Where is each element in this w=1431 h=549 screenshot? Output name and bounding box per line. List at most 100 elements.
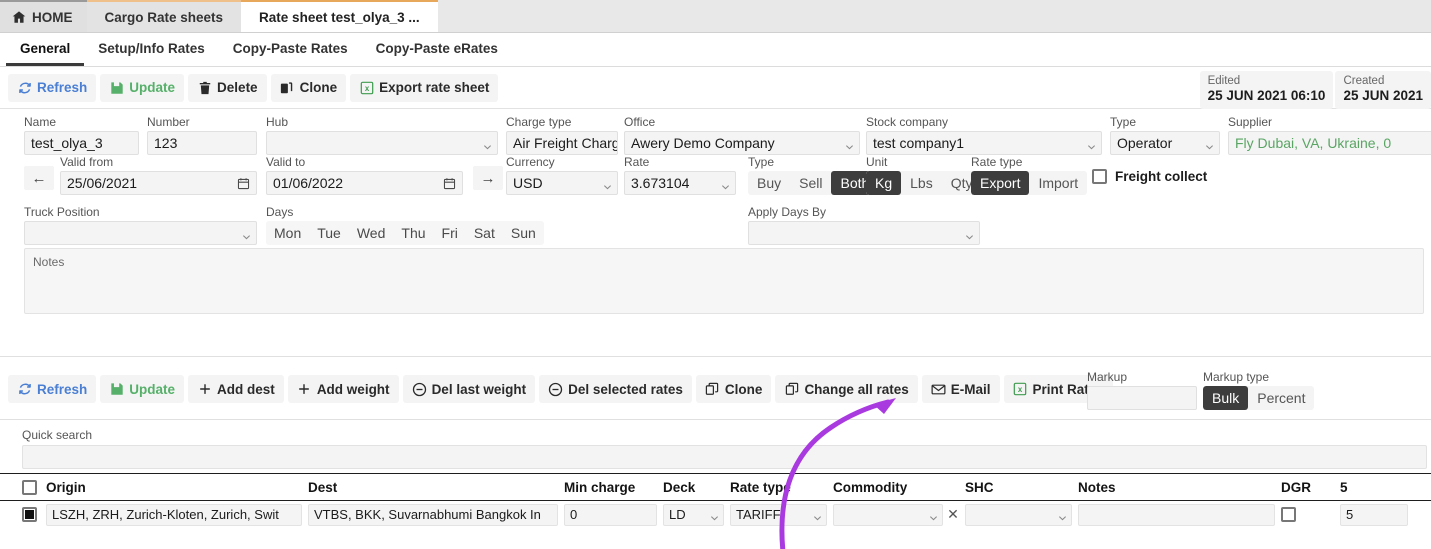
apply-days-by-select[interactable] — [748, 221, 980, 245]
rate-type-select[interactable]: TARIFF — [730, 504, 827, 526]
rate-type-option-export[interactable]: Export — [971, 171, 1029, 195]
day-wed[interactable]: Wed — [349, 221, 394, 245]
chevron-down-icon — [845, 139, 854, 148]
cell-deck[interactable]: LD — [663, 504, 730, 526]
row-select-checkbox[interactable] — [22, 507, 37, 522]
tab-general[interactable]: General — [6, 33, 84, 66]
type-option-buy[interactable]: Buy — [748, 171, 790, 195]
cell-min-charge[interactable]: 0 — [564, 504, 663, 526]
cell-shc[interactable] — [965, 504, 1078, 526]
dgr-checkbox[interactable] — [1281, 507, 1296, 522]
office-select[interactable]: Awery Demo Company — [624, 131, 860, 155]
cell-dgr[interactable] — [1281, 507, 1334, 522]
commodity-select[interactable] — [833, 504, 943, 526]
window-tab-home[interactable]: HOME — [0, 0, 87, 32]
stock-company-select[interactable]: test company1 — [866, 131, 1102, 155]
column-header-deck[interactable]: Deck — [663, 480, 730, 495]
number-input[interactable]: 123 — [147, 131, 257, 155]
column-header-dgr[interactable]: DGR — [1281, 480, 1334, 495]
change-all-rates-button[interactable]: Change all rates — [775, 375, 917, 403]
notes-input[interactable] — [1078, 504, 1275, 526]
days-selector[interactable]: Mon Tue Wed Thu Fri Sat Sun — [266, 221, 544, 245]
type-option-sell[interactable]: Sell — [790, 171, 831, 195]
cell-dest[interactable]: VTBS, BKK, Suvarnabhumi Bangkok In — [308, 504, 564, 526]
charge-type-input[interactable]: Air Freight Charg — [506, 131, 618, 155]
day-tue[interactable]: Tue — [309, 221, 349, 245]
min-charge-input[interactable]: 0 — [564, 504, 657, 526]
origin-input[interactable]: LSZH, ZRH, Zurich-Kloten, Zurich, Swit — [46, 504, 302, 526]
markup-type-segment-control[interactable]: Bulk Percent — [1203, 386, 1314, 410]
weight-5-input[interactable]: 5 — [1340, 504, 1408, 526]
clear-commodity-icon[interactable]: ✕ — [943, 506, 963, 523]
cell-origin[interactable]: LSZH, ZRH, Zurich-Kloten, Zurich, Swit — [46, 504, 308, 526]
day-thu[interactable]: Thu — [393, 221, 433, 245]
clone-button[interactable]: Clone — [271, 74, 347, 102]
markup-input[interactable] — [1087, 386, 1197, 410]
valid-next-button[interactable]: → — [473, 166, 503, 190]
cell-weight-5[interactable]: 5 — [1334, 504, 1414, 526]
tab-setup-info-rates[interactable]: Setup/Info Rates — [84, 33, 219, 66]
rates-update-button[interactable]: Update — [100, 375, 184, 403]
markup-type-option-bulk[interactable]: Bulk — [1203, 386, 1248, 410]
quick-search-input[interactable] — [22, 445, 1427, 469]
rate-select[interactable]: 3.673104 — [624, 171, 736, 195]
notes-textarea[interactable]: Notes — [24, 248, 1424, 314]
calendar-icon[interactable] — [237, 177, 250, 190]
calendar-icon[interactable] — [443, 177, 456, 190]
tab-copy-paste-rates[interactable]: Copy-Paste Rates — [219, 33, 362, 66]
day-mon[interactable]: Mon — [266, 221, 309, 245]
column-header-origin[interactable]: Origin — [46, 480, 308, 495]
column-header-notes[interactable]: Notes — [1078, 480, 1281, 495]
export-rate-sheet-button[interactable]: x Export rate sheet — [350, 74, 498, 102]
refresh-button[interactable]: Refresh — [8, 74, 96, 102]
update-button[interactable]: Update — [100, 74, 184, 102]
arrow-left-icon[interactable]: ← — [24, 166, 54, 190]
name-input[interactable]: test_olya_3 — [24, 131, 139, 155]
delete-button[interactable]: Delete — [188, 74, 267, 102]
del-last-weight-button[interactable]: Del last weight — [403, 375, 536, 403]
deck-select[interactable]: LD — [663, 504, 724, 526]
column-header-dest[interactable]: Dest — [308, 480, 564, 495]
column-header-min-charge[interactable]: Min charge — [564, 480, 663, 495]
window-tab-rate-sheet[interactable]: Rate sheet test_olya_3 ... — [241, 0, 438, 32]
window-tab-cargo-rate-sheets[interactable]: Cargo Rate sheets — [87, 0, 242, 32]
arrow-right-icon[interactable]: → — [473, 166, 503, 190]
add-weight-button[interactable]: Add weight — [288, 375, 399, 403]
freight-collect-checkbox[interactable] — [1092, 169, 1107, 184]
day-sun[interactable]: Sun — [503, 221, 544, 245]
del-selected-rates-button[interactable]: Del selected rates — [539, 375, 692, 403]
table-row[interactable]: LSZH, ZRH, Zurich-Kloten, Zurich, Swit V… — [0, 501, 1431, 528]
day-sat[interactable]: Sat — [466, 221, 503, 245]
truck-position-select[interactable] — [24, 221, 257, 245]
hub-select[interactable] — [266, 131, 498, 155]
rate-type-option-import[interactable]: Import — [1029, 171, 1087, 195]
shc-select[interactable] — [965, 504, 1072, 526]
column-header-rate-type[interactable]: Rate type — [730, 480, 833, 495]
tab-copy-paste-erates[interactable]: Copy-Paste eRates — [362, 33, 512, 66]
cell-notes[interactable] — [1078, 504, 1281, 526]
select-all-checkbox[interactable] — [22, 480, 37, 495]
valid-from-input[interactable]: 25/06/2021 — [60, 171, 257, 195]
dest-input[interactable]: VTBS, BKK, Suvarnabhumi Bangkok In — [308, 504, 558, 526]
cell-commodity[interactable]: ✕ — [833, 504, 965, 526]
type-segment-control[interactable]: Buy Sell Both — [748, 171, 878, 195]
day-fri[interactable]: Fri — [434, 221, 466, 245]
rates-refresh-button[interactable]: Refresh — [8, 375, 96, 403]
column-header-shc[interactable]: SHC — [965, 480, 1078, 495]
supplier-input[interactable]: Fly Dubai, VA, Ukraine, 0 — [1228, 131, 1431, 155]
valid-to-input[interactable]: 01/06/2022 — [266, 171, 463, 195]
add-dest-button[interactable]: Add dest — [188, 375, 284, 403]
column-header-weight-5[interactable]: 5 — [1334, 480, 1414, 495]
markup-type-option-percent[interactable]: Percent — [1248, 386, 1314, 410]
email-button[interactable]: E-Mail — [922, 375, 1000, 403]
rate-type-segment-control[interactable]: Export Import — [971, 171, 1087, 195]
type-operator-select[interactable]: Operator — [1110, 131, 1220, 155]
cell-rate-type[interactable]: TARIFF — [730, 504, 833, 526]
rates-clone-button[interactable]: Clone — [696, 375, 772, 403]
valid-prev-button[interactable]: ← — [24, 166, 54, 190]
unit-option-lbs[interactable]: Lbs — [901, 171, 942, 195]
unit-segment-control[interactable]: Kg Lbs Qty — [866, 171, 981, 195]
currency-select[interactable]: USD — [506, 171, 618, 195]
column-header-commodity[interactable]: Commodity — [833, 480, 965, 495]
unit-option-kg[interactable]: Kg — [866, 171, 901, 195]
